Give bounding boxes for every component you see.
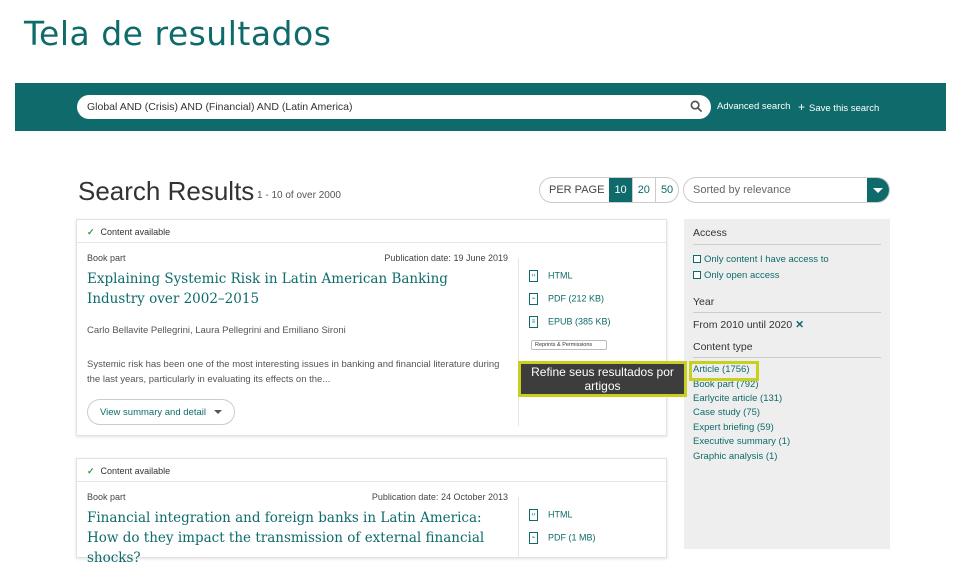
availability-badge: ✓ Content available [87,466,170,477]
view-summary-label: View summary and detail [100,407,206,418]
results-title: Search Results [78,176,255,206]
publication-date: Publication date: 19 June 2019 [384,253,508,263]
plus-icon: + [798,100,806,114]
checkbox-label: Only content I have access to [704,254,829,265]
epub-file-icon: ≡ [529,316,538,328]
content-type-graphic-analysis[interactable]: Graphic analysis (1) [693,451,777,462]
result-abstract: Systemic risk has been one of the most i… [87,359,500,385]
search-input-value: Global AND (Crisis) AND (Financial) AND … [87,101,353,113]
results-count: 1 - 10 of over 2000 [257,190,341,201]
chevron-down-icon[interactable] [867,178,889,202]
checkbox-label: Only open access [704,270,780,281]
year-filter-value: From 2010 until 2020 [693,319,793,331]
html-file-icon: ‹› [529,509,538,521]
checkbox-icon [693,255,701,263]
search-icon[interactable] [690,100,703,113]
divider [77,481,666,482]
format-label: HTML [548,270,573,281]
result-title-link[interactable]: Explaining Systemic Risk in Latin Americ… [87,269,497,309]
format-link-pdf[interactable]: ⌁ PDF (212 KB) [529,293,604,305]
per-page-label: PER PAGE [549,184,605,196]
result-authors: Carlo Bellavite Pellegrini, Laura Pelleg… [87,325,346,336]
checkbox-icon [693,271,701,279]
content-type-label: Book part [87,253,126,263]
content-type-case-study[interactable]: Case study (75) [693,407,760,418]
advanced-search-link[interactable]: Advanced search [717,101,790,112]
article-highlight-box [689,361,759,381]
publication-date: Publication date: 24 October 2013 [371,492,508,502]
reprints-permissions-button[interactable]: Reprints & Permissions [531,340,607,350]
save-search-label: Save this search [809,103,880,114]
year-heading: Year [693,296,715,308]
per-page-option-20[interactable]: 20 [631,178,655,202]
divider [518,258,519,426]
access-heading: Access [693,227,727,239]
view-summary-button[interactable]: View summary and detail [87,399,235,425]
divider [693,244,881,245]
format-label: PDF (1 MB) [548,532,596,543]
format-link-epub[interactable]: ≡ EPUB (385 KB) [529,316,611,328]
availability-label: Content available [100,227,171,237]
format-label: PDF (212 KB) [548,293,605,304]
content-type-heading: Content type [693,341,753,353]
sort-select-value: Sorted by relevance [693,184,791,196]
slide-title: Tela de resultados [24,14,332,53]
content-type-earlycite[interactable]: Earlycite article (131) [693,393,782,404]
per-page-selector: PER PAGE 10 20 50 [539,177,680,203]
content-type-expert-briefing[interactable]: Expert briefing (59) [693,422,774,433]
check-icon: ✓ [87,227,95,237]
divider [77,242,666,243]
html-file-icon: ‹› [529,270,538,282]
close-icon[interactable]: ✕ [795,319,804,331]
availability-badge: ✓ Content available [87,227,170,238]
availability-label: Content available [100,466,171,476]
pdf-file-icon: ⌁ [529,293,538,305]
annotation-callout: Refine seus resultados por artigos [518,361,687,397]
content-type-executive-summary[interactable]: Executive summary (1) [693,436,790,447]
divider [693,312,881,313]
divider [693,357,881,358]
format-link-html[interactable]: ‹› HTML [529,270,573,282]
search-input[interactable]: Global AND (Crisis) AND (Financial) AND … [77,95,711,119]
access-checkbox-my-content[interactable]: Only content I have access to [693,254,829,265]
result-card: ✓ Content available Book part Publication… [76,219,667,436]
format-link-pdf[interactable]: ⌁ PDF (1 MB) [529,532,596,544]
year-filter-chip: From 2010 until 2020 ✕ [693,319,804,331]
result-title-link[interactable]: Financial integration and foreign banks … [87,508,497,568]
check-icon: ✓ [87,466,95,476]
filter-sidebar: Access Only content I have access to Onl… [684,219,890,549]
search-header-bar: Global AND (Crisis) AND (Financial) AND … [15,83,946,131]
access-checkbox-open-access[interactable]: Only open access [693,270,780,281]
per-page-option-10[interactable]: 10 [609,178,632,202]
per-page-option-50[interactable]: 50 [654,178,678,202]
content-type-label: Book part [87,492,126,502]
result-card: ✓ Content available Book part Publication… [76,458,667,566]
format-link-html[interactable]: ‹› HTML [529,509,573,521]
divider [518,497,519,557]
format-label: EPUB (385 KB) [548,316,611,327]
sort-select[interactable]: Sorted by relevance [683,177,890,203]
chevron-down-icon [213,410,222,415]
format-label: HTML [548,509,573,520]
pdf-file-icon: ⌁ [529,532,538,544]
save-search-button[interactable]: + Save this search [798,100,879,114]
